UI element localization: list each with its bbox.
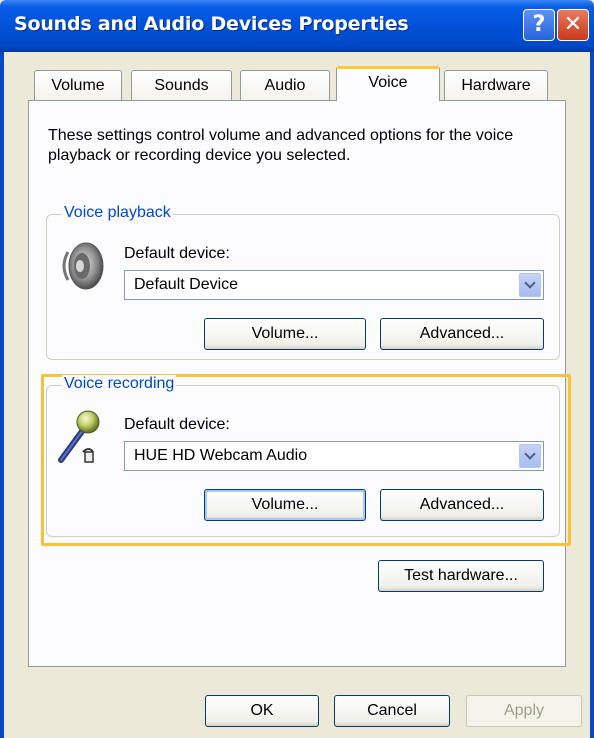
tab-voice[interactable]: Voice bbox=[336, 66, 440, 101]
tab-hardware[interactable]: Hardware bbox=[444, 70, 548, 100]
close-button[interactable]: ✕ bbox=[557, 9, 589, 41]
recording-device-value: HUE HD Webcam Audio bbox=[134, 447, 308, 464]
tab-sounds[interactable]: Sounds bbox=[131, 70, 232, 100]
playback-device-value: Default Device bbox=[134, 276, 239, 293]
chevron-down-icon[interactable] bbox=[519, 273, 541, 297]
playback-default-device-label: Default device: bbox=[124, 245, 230, 262]
tab-volume[interactable]: Volume bbox=[34, 70, 122, 100]
window-title: Sounds and Audio Devices Properties bbox=[14, 13, 409, 35]
title-bar[interactable]: Sounds and Audio Devices Properties ? ✕ bbox=[0, 0, 594, 52]
microphone-icon bbox=[58, 410, 100, 463]
help-icon: ? bbox=[532, 12, 546, 37]
chevron-down-icon[interactable] bbox=[519, 444, 541, 468]
recording-device-select[interactable]: HUE HD Webcam Audio bbox=[124, 441, 544, 471]
playback-volume-button[interactable]: Volume... bbox=[204, 318, 366, 350]
window-frame-left bbox=[0, 52, 4, 738]
voice-playback-label: Voice playback bbox=[62, 204, 173, 222]
description-text: These settings control volume and advanc… bbox=[48, 127, 514, 164]
recording-default-device-label: Default device: bbox=[124, 416, 230, 433]
tab-audio[interactable]: Audio bbox=[240, 70, 330, 100]
apply-button[interactable]: Apply bbox=[466, 695, 582, 727]
cancel-button[interactable]: Cancel bbox=[334, 695, 450, 727]
test-hardware-button[interactable]: Test hardware... bbox=[378, 560, 544, 592]
voice-recording-label: Voice recording bbox=[62, 375, 177, 393]
recording-volume-button[interactable]: Volume... bbox=[204, 489, 366, 521]
playback-advanced-button[interactable]: Advanced... bbox=[380, 318, 544, 350]
window-frame-right bbox=[590, 52, 594, 738]
speaker-icon bbox=[62, 242, 104, 290]
playback-device-select[interactable]: Default Device bbox=[124, 270, 544, 300]
close-icon: ✕ bbox=[563, 12, 583, 37]
recording-advanced-button[interactable]: Advanced... bbox=[380, 489, 544, 521]
ok-button[interactable]: OK bbox=[205, 695, 319, 727]
help-button[interactable]: ? bbox=[523, 9, 555, 41]
